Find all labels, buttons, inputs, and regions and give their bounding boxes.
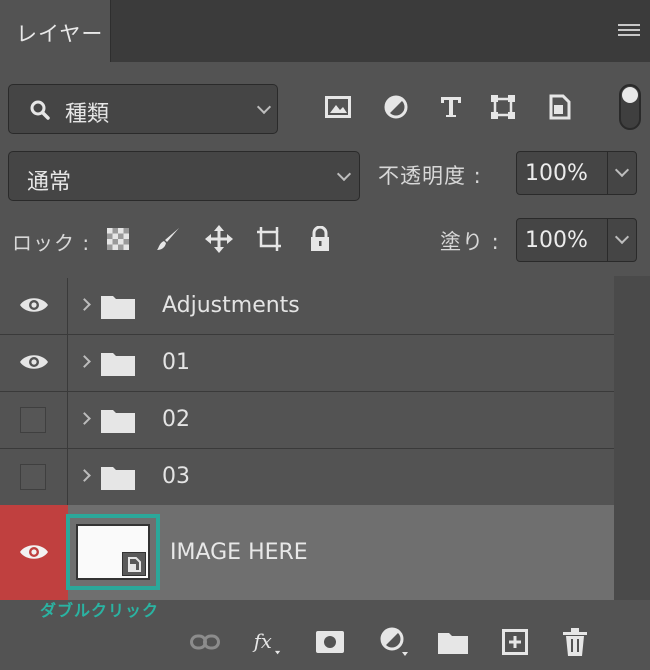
lock-all-icon[interactable] bbox=[306, 225, 334, 253]
lock-artboard-icon[interactable] bbox=[255, 225, 283, 253]
opacity-input[interactable]: 100% bbox=[516, 151, 608, 195]
smart-object-badge-icon bbox=[122, 552, 146, 576]
layer-row-02[interactable]: 02 bbox=[0, 392, 614, 449]
eye-icon bbox=[20, 545, 48, 559]
folder-icon bbox=[101, 467, 135, 490]
visibility-off-box bbox=[20, 464, 46, 490]
fill-value: 100% bbox=[525, 228, 588, 253]
delete-layer-trash-icon[interactable] bbox=[560, 627, 590, 657]
layer-name: 01 bbox=[162, 350, 190, 375]
chevron-right-icon[interactable] bbox=[78, 355, 91, 368]
layer-name: IMAGE HERE bbox=[170, 540, 308, 565]
filter-kind-label: 種類 bbox=[65, 102, 110, 127]
chevron-down-icon bbox=[614, 162, 630, 178]
layers-scrollbar[interactable] bbox=[614, 276, 650, 600]
opacity-value: 100% bbox=[525, 161, 588, 186]
search-icon bbox=[30, 100, 50, 120]
tab-layers-label: レイヤー bbox=[16, 22, 104, 46]
folder-icon bbox=[101, 410, 135, 433]
eye-icon bbox=[20, 355, 48, 369]
lock-image-pixels-brush-icon[interactable] bbox=[154, 225, 182, 253]
new-adjustment-layer-icon[interactable] bbox=[380, 627, 410, 657]
opacity-dropdown-button[interactable] bbox=[607, 151, 637, 195]
opacity-label: 不透明度 : bbox=[378, 164, 482, 188]
filter-kind-select[interactable]: 種類 bbox=[8, 84, 278, 134]
chevron-down-icon bbox=[256, 99, 272, 115]
visibility-toggle[interactable] bbox=[0, 335, 68, 391]
adjustment-layer-filter-icon[interactable] bbox=[381, 92, 411, 122]
lock-label: ロック : bbox=[12, 231, 91, 255]
smart-object-filter-icon[interactable] bbox=[545, 92, 575, 122]
visibility-toggle[interactable] bbox=[0, 449, 68, 505]
lock-transparent-pixels-icon[interactable] bbox=[104, 225, 132, 253]
smart-object-thumbnail[interactable] bbox=[66, 514, 160, 590]
blend-mode-select[interactable]: 通常 bbox=[8, 151, 360, 201]
filter-toggle-switch[interactable] bbox=[619, 84, 641, 130]
blend-mode-label: 通常 bbox=[27, 170, 72, 195]
chevron-down-icon bbox=[614, 229, 630, 245]
fill-input[interactable]: 100% bbox=[516, 218, 608, 262]
lock-position-move-icon[interactable] bbox=[205, 225, 233, 253]
pixel-layer-filter-icon[interactable] bbox=[323, 92, 353, 122]
fill-label: 塗り : bbox=[440, 230, 500, 254]
tab-layers[interactable]: レイヤー bbox=[0, 0, 111, 62]
layer-name: 03 bbox=[162, 464, 190, 489]
layer-style-fx-icon[interactable]: fx bbox=[252, 627, 282, 657]
visibility-off-box bbox=[20, 407, 46, 433]
layer-name: 02 bbox=[162, 407, 190, 432]
layer-row-adjustments[interactable]: Adjustments bbox=[0, 278, 614, 335]
svg-text:fx: fx bbox=[252, 630, 272, 653]
layer-row-03[interactable]: 03 bbox=[0, 449, 614, 506]
chevron-right-icon[interactable] bbox=[78, 298, 91, 311]
visibility-toggle[interactable] bbox=[0, 392, 68, 448]
layer-name: Adjustments bbox=[162, 293, 300, 318]
add-mask-icon[interactable] bbox=[315, 627, 345, 657]
new-group-folder-icon[interactable] bbox=[438, 627, 468, 657]
folder-icon bbox=[101, 353, 135, 376]
chevron-right-icon[interactable] bbox=[78, 469, 91, 482]
folder-icon bbox=[101, 296, 135, 319]
chevron-right-icon[interactable] bbox=[78, 412, 91, 425]
link-layers-icon[interactable] bbox=[190, 627, 220, 657]
thumbnail-image bbox=[76, 524, 150, 580]
eye-icon bbox=[20, 298, 48, 312]
fill-dropdown-button[interactable] bbox=[607, 218, 637, 262]
visibility-toggle[interactable] bbox=[0, 278, 68, 334]
layer-row-01[interactable]: 01 bbox=[0, 335, 614, 392]
panel-tab-bar: レイヤー bbox=[0, 0, 650, 62]
type-layer-filter-icon[interactable] bbox=[436, 92, 466, 122]
shape-layer-filter-icon[interactable] bbox=[488, 92, 518, 122]
new-layer-icon[interactable] bbox=[500, 627, 530, 657]
chevron-down-icon bbox=[336, 166, 352, 182]
visibility-toggle[interactable] bbox=[0, 505, 68, 600]
panel-menu-icon[interactable] bbox=[618, 24, 640, 40]
double-click-hint: ダブルクリック bbox=[40, 601, 160, 620]
